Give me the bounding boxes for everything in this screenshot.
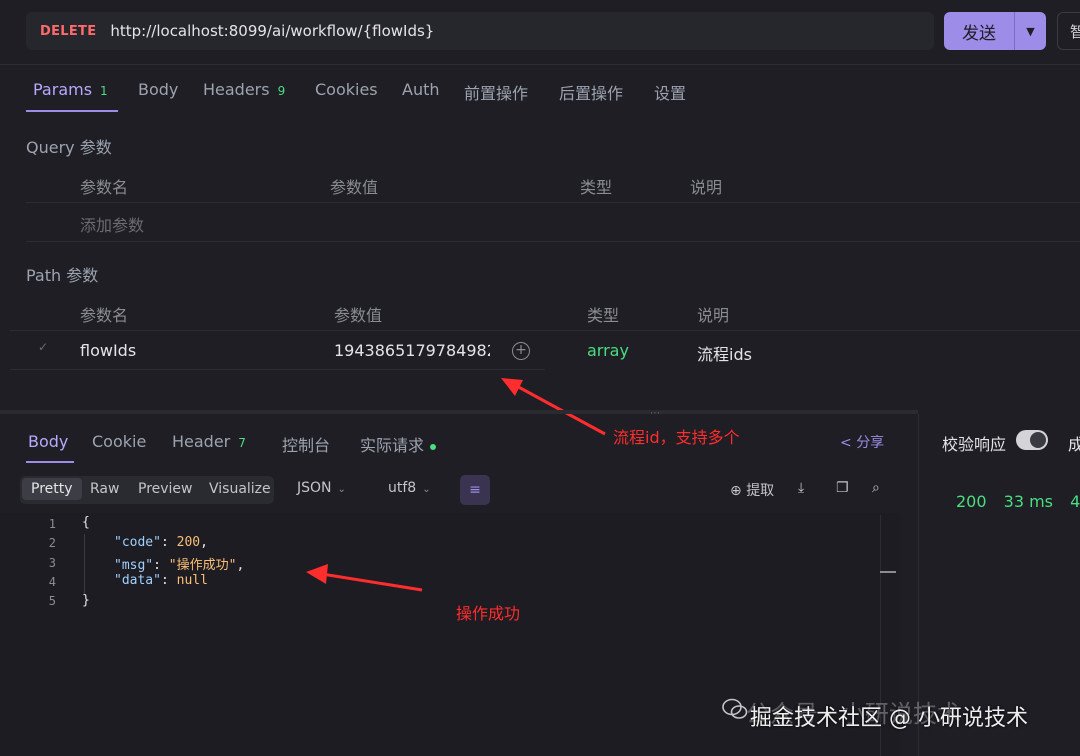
response-tab-header[interactable]: Header 7: [172, 432, 246, 451]
line-number: 4: [48, 575, 56, 589]
copy-icon[interactable]: ❐: [836, 480, 849, 496]
check-icon[interactable]: ✓: [38, 340, 48, 354]
tab-cookies[interactable]: Cookies: [315, 80, 378, 99]
truncated-label: 成: [1068, 435, 1080, 454]
send-button-group[interactable]: 发送 ▼: [944, 12, 1046, 50]
response-time: 33 ms: [1003, 492, 1054, 511]
response-tab-actual-request[interactable]: 实际请求: [360, 432, 437, 456]
code-line: "code": 200,: [114, 535, 208, 550]
active-tab-indicator: [26, 110, 118, 112]
format-select[interactable]: JSON ⌄: [297, 480, 346, 496]
wechat-icon: [722, 698, 748, 719]
wrap-lines-button[interactable]: ≡: [460, 475, 490, 505]
row-divider: [26, 241, 1080, 242]
toggle-knob: [1030, 432, 1046, 448]
view-raw-button[interactable]: Raw: [90, 481, 119, 497]
param-desc-cell[interactable]: 流程ids: [697, 341, 752, 365]
send-button[interactable]: 发送: [944, 12, 1014, 50]
watermark: 掘金技术社区 @ 小研说技术: [750, 706, 1028, 731]
active-tab-indicator: [26, 461, 74, 463]
url-input[interactable]: http://localhost:8099/ai/workflow/{flowI…: [110, 22, 434, 40]
chevron-down-icon: ⌄: [337, 484, 346, 495]
annotation-arrow-success: [306, 564, 423, 592]
response-tab-cookie[interactable]: Cookie: [92, 432, 146, 451]
validate-response-label: 校验响应: [942, 435, 1007, 454]
line-number: 5: [48, 594, 56, 608]
response-status: 200 33 ms 45: [956, 492, 1080, 511]
line-number: 2: [48, 536, 56, 550]
encoding-select[interactable]: utf8 ⌄: [388, 480, 431, 496]
param-name-cell[interactable]: flowIds: [80, 341, 136, 360]
request-tabs: Params 1 Body Headers 9 Cookies Auth 前置操作 …: [0, 64, 1080, 114]
code-line: "msg": "操作成功",: [114, 558, 245, 573]
tab-badge: 1: [100, 84, 108, 98]
path-section-title: Path 参数: [26, 266, 99, 285]
response-tab-body[interactable]: Body: [28, 432, 68, 451]
drag-handle-icon[interactable]: ⋯: [650, 408, 661, 419]
annotation-flow-id: 流程id，支持多个: [613, 428, 740, 447]
tab-settings[interactable]: 设置: [654, 80, 686, 104]
row-divider: [10, 369, 545, 370]
column-header-name: 参数名: [80, 178, 129, 197]
view-pretty-button[interactable]: Pretty: [22, 478, 82, 500]
code-line: }: [82, 593, 90, 608]
wrap-icon: ≡: [469, 482, 481, 498]
share-button[interactable]: < 分享: [840, 432, 884, 452]
add-circle-icon[interactable]: +: [512, 342, 530, 360]
column-header-type: 类型: [580, 178, 613, 197]
tab-badge: 7: [238, 436, 246, 450]
line-number: 3: [48, 556, 56, 570]
column-header-value: 参数值: [330, 178, 379, 197]
status-dot: [430, 443, 437, 450]
line-number: 1: [48, 517, 56, 531]
param-value-cell[interactable]: 19438651797849825: [334, 341, 490, 360]
tab-badge: 9: [277, 84, 286, 98]
row-divider: [26, 202, 1080, 203]
annotation-arrow-flow-id: [501, 378, 606, 436]
tab-pre-operations[interactable]: 前置操作: [464, 80, 528, 104]
tab-params[interactable]: Params 1: [33, 80, 108, 99]
tab-auth[interactable]: Auth: [402, 80, 440, 99]
tab-body[interactable]: Body: [138, 80, 178, 99]
column-header-desc: 说明: [697, 306, 730, 325]
view-visualize-button[interactable]: Visualize: [209, 481, 271, 497]
tab-headers[interactable]: Headers 9: [203, 80, 285, 99]
query-section-title: Query 参数: [26, 138, 112, 157]
extra-button[interactable]: 智: [1057, 12, 1080, 50]
chevron-down-icon: ⌄: [422, 484, 431, 495]
http-method[interactable]: DELETE: [40, 24, 96, 39]
param-type-cell[interactable]: array: [587, 341, 629, 360]
chevron-down-icon[interactable]: ▼: [1014, 12, 1046, 50]
share-icon: <: [840, 435, 852, 451]
extract-button[interactable]: ⊕ 提取: [730, 480, 774, 500]
column-header-name: 参数名: [80, 306, 129, 325]
url-bar[interactable]: DELETE http://localhost:8099/ai/workflow…: [26, 12, 934, 50]
column-header-desc: 说明: [690, 178, 723, 197]
row-divider: [10, 330, 1080, 331]
response-tab-console[interactable]: 控制台: [282, 432, 330, 456]
status-code: 200: [956, 492, 987, 511]
code-line: "data": null: [114, 573, 208, 588]
response-size: 45: [1070, 492, 1080, 511]
panel-splitter[interactable]: [0, 410, 918, 414]
scrollbar-thumb[interactable]: [880, 571, 896, 573]
search-icon[interactable]: ⌕: [872, 480, 880, 496]
tab-post-operations[interactable]: 后置操作: [559, 80, 623, 104]
column-header-value: 参数值: [334, 306, 383, 325]
column-header-type: 类型: [587, 306, 620, 325]
annotation-success: 操作成功: [456, 604, 521, 623]
view-preview-button[interactable]: Preview: [138, 481, 193, 497]
upload-circle-icon: ⊕: [730, 483, 742, 499]
code-line: {: [82, 515, 90, 530]
download-icon[interactable]: ⤓: [798, 480, 804, 496]
indent-guide: [84, 534, 85, 594]
add-param-input[interactable]: 添加参数: [80, 212, 144, 236]
